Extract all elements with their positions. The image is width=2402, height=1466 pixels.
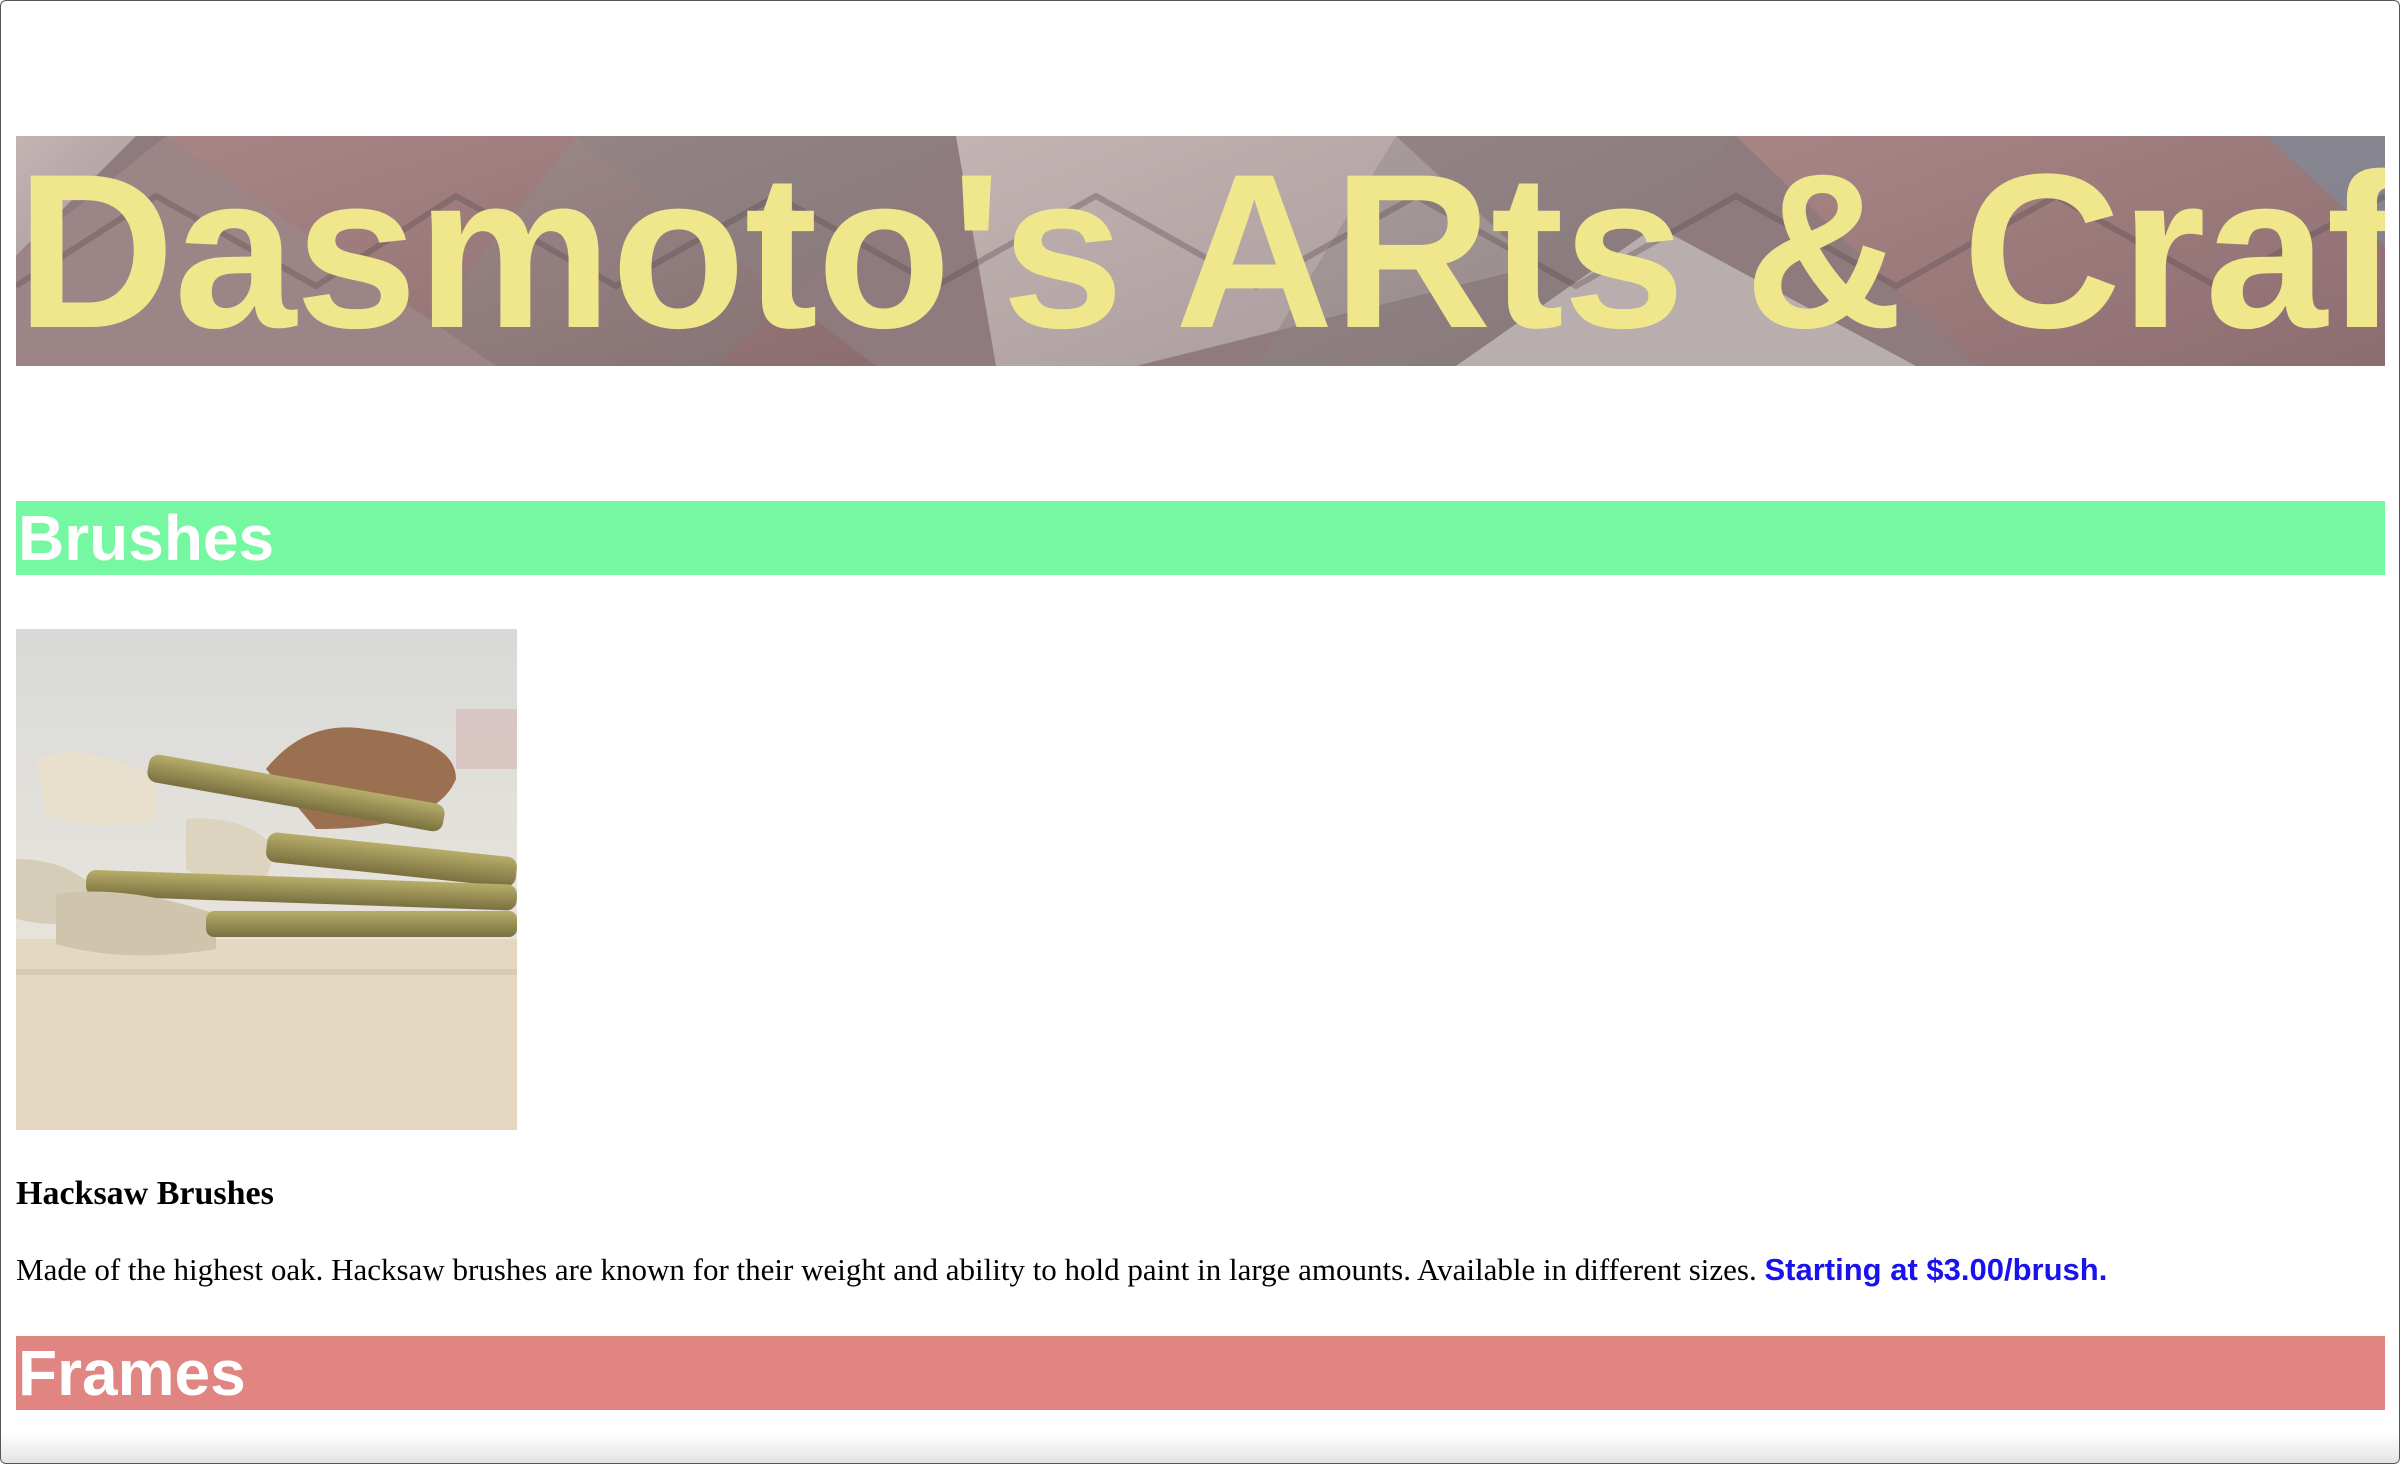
- site-title: Dasmoto's ARts & Crafts: [16, 136, 2385, 366]
- brushes-heading: Brushes: [16, 501, 2385, 575]
- brushes-photo: [16, 629, 517, 1130]
- product-description: Made of the highest oak. Hacksaw brushes…: [16, 1250, 2385, 1290]
- frames-heading: Frames: [16, 1336, 2385, 1410]
- product-name: Hacksaw Brushes: [16, 1175, 274, 1212]
- frames-section: Frames: [16, 1336, 2385, 1410]
- description-text: Made of the highest oak. Hacksaw brushes…: [16, 1252, 1757, 1287]
- window-bottom-shadow: [1, 1433, 2399, 1463]
- hero-banner: Dasmoto's ARts & Crafts: [16, 136, 2385, 366]
- hacksaw-brushes-image: [16, 629, 517, 1130]
- browser-window: Dasmoto's ARts & Crafts Brushes Hacksaw …: [0, 0, 2400, 1464]
- price-text: Starting at $3.00/brush.: [1764, 1252, 2108, 1287]
- brushes-section: Brushes Hacksaw Brushes Made of the high…: [16, 501, 2385, 1290]
- page-content: Dasmoto's ARts & Crafts Brushes Hacksaw …: [16, 136, 2385, 1410]
